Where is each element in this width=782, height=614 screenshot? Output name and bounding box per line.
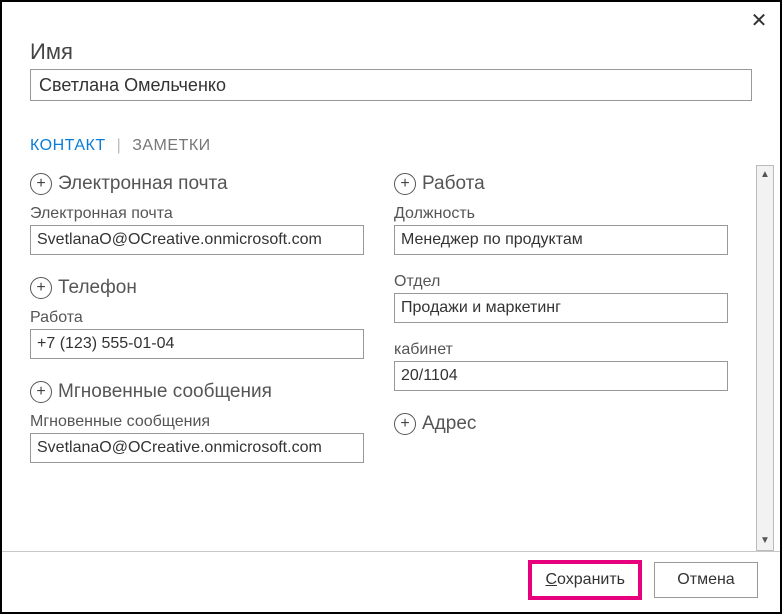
work-section-title: Работа bbox=[422, 173, 485, 195]
office-input[interactable] bbox=[394, 361, 728, 391]
department-label: Отдел bbox=[394, 273, 728, 291]
contact-edit-window: ✕ Имя КОНТАКТ | ЗАМЕТКИ + Электронная по… bbox=[2, 2, 780, 612]
phone-section-title: Телефон bbox=[58, 277, 137, 299]
scroll-up-icon[interactable]: ▲ bbox=[757, 166, 773, 184]
work-section-header: + Работа bbox=[394, 173, 728, 195]
phone-input[interactable] bbox=[30, 329, 364, 359]
email-field-label: Электронная почта bbox=[30, 205, 364, 223]
plus-icon[interactable]: + bbox=[394, 173, 416, 195]
plus-icon[interactable]: + bbox=[30, 277, 52, 299]
email-section-header: + Электронная почта bbox=[30, 173, 364, 195]
scroll-down-icon[interactable]: ▼ bbox=[757, 532, 773, 550]
close-icon[interactable]: ✕ bbox=[748, 8, 770, 33]
im-input[interactable] bbox=[30, 433, 364, 463]
name-input[interactable] bbox=[30, 69, 752, 101]
office-label: кабинет bbox=[394, 341, 728, 359]
phone-section-header: + Телефон bbox=[30, 277, 364, 299]
department-input[interactable] bbox=[394, 293, 728, 323]
titlebar: ✕ bbox=[2, 2, 780, 33]
job-title-input[interactable] bbox=[394, 225, 728, 255]
footer: Сохранить Отмена bbox=[2, 551, 780, 612]
email-section-title: Электронная почта bbox=[58, 173, 228, 195]
email-input[interactable] bbox=[30, 225, 364, 255]
name-label: Имя bbox=[30, 39, 752, 65]
left-column: + Электронная почта Электронная почта + … bbox=[30, 165, 364, 551]
tab-bar: КОНТАКТ | ЗАМЕТКИ bbox=[2, 119, 780, 165]
address-section-header: + Адрес bbox=[394, 413, 728, 435]
im-section-title: Мгновенные сообщения bbox=[58, 381, 272, 403]
vertical-scrollbar[interactable]: ▲ ▼ bbox=[756, 165, 774, 551]
address-section-title: Адрес bbox=[422, 413, 476, 435]
plus-icon[interactable]: + bbox=[30, 381, 52, 403]
im-section-header: + Мгновенные сообщения bbox=[30, 381, 364, 403]
right-column: + Работа Должность Отдел кабинет + Адрес bbox=[394, 165, 728, 551]
plus-icon[interactable]: + bbox=[30, 173, 52, 195]
tab-contact[interactable]: КОНТАКТ bbox=[30, 137, 106, 155]
content-area: + Электронная почта Электронная почта + … bbox=[2, 165, 780, 551]
cancel-button[interactable]: Отмена bbox=[654, 562, 758, 598]
tab-separator: | bbox=[117, 137, 122, 154]
phone-field-label: Работа bbox=[30, 309, 364, 327]
tab-notes[interactable]: ЗАМЕТКИ bbox=[132, 137, 210, 155]
job-title-label: Должность bbox=[394, 205, 728, 223]
im-field-label: Мгновенные сообщения bbox=[30, 413, 364, 431]
header: Имя bbox=[2, 33, 780, 119]
save-button[interactable]: Сохранить bbox=[530, 562, 640, 598]
plus-icon[interactable]: + bbox=[394, 413, 416, 435]
